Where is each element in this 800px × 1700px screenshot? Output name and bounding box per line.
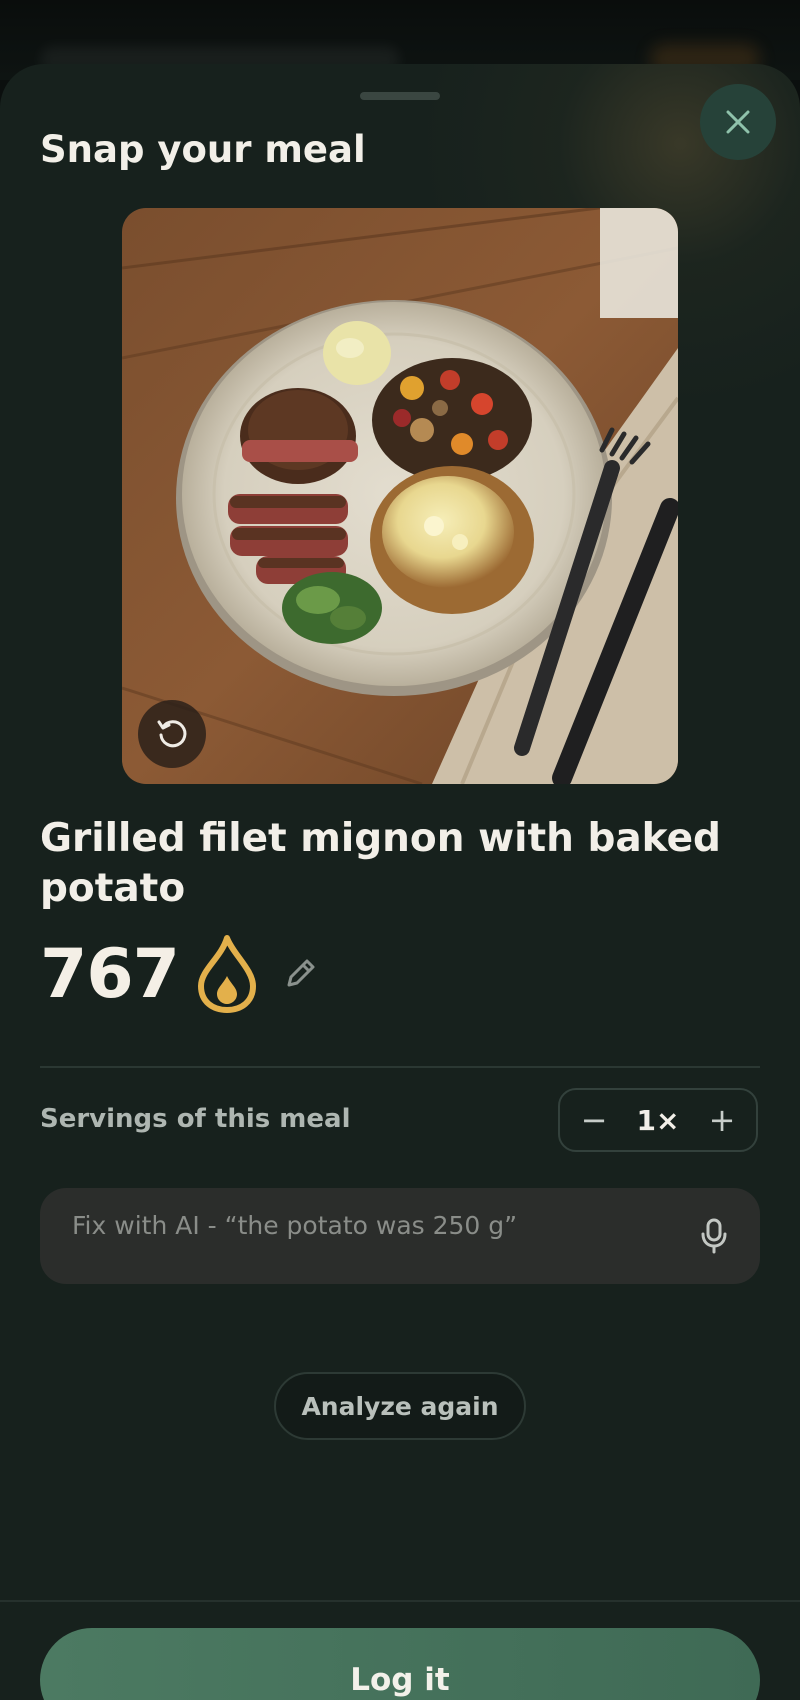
meal-photo [122, 208, 678, 784]
servings-stepper: − 1× + [558, 1088, 758, 1152]
sheet-title: Snap your meal [40, 128, 366, 171]
divider [40, 1066, 760, 1068]
close-button[interactable] [700, 84, 776, 160]
pencil-icon [287, 959, 315, 987]
microphone-button[interactable] [694, 1216, 734, 1256]
snap-meal-sheet: Snap your meal Grilled filet mignon with… [0, 64, 800, 1700]
meal-photo-image [122, 208, 678, 784]
servings-value: 1× [636, 1103, 680, 1137]
increment-button[interactable]: + [706, 1104, 738, 1136]
microphone-icon [701, 1218, 727, 1254]
decrement-button[interactable]: − [578, 1104, 610, 1136]
meal-name: Grilled filet mignon with baked potato [40, 816, 721, 911]
close-icon [726, 110, 750, 134]
log-it-button[interactable]: Log it [40, 1628, 760, 1700]
calorie-row: 767 [40, 934, 317, 1014]
retake-photo-button[interactable] [138, 700, 206, 768]
flame-icon [197, 934, 257, 1014]
fix-with-ai-input[interactable] [70, 1188, 674, 1262]
footer-divider [0, 1600, 800, 1602]
retake-icon [157, 720, 187, 748]
sheet-grabber[interactable] [360, 92, 440, 100]
analyze-again-button[interactable]: Analyze again [274, 1372, 526, 1440]
servings-label: Servings of this meal [40, 1104, 351, 1134]
fix-with-ai-field [40, 1188, 760, 1284]
edit-calories-button[interactable] [283, 957, 317, 991]
calorie-value: 767 [40, 934, 180, 1014]
